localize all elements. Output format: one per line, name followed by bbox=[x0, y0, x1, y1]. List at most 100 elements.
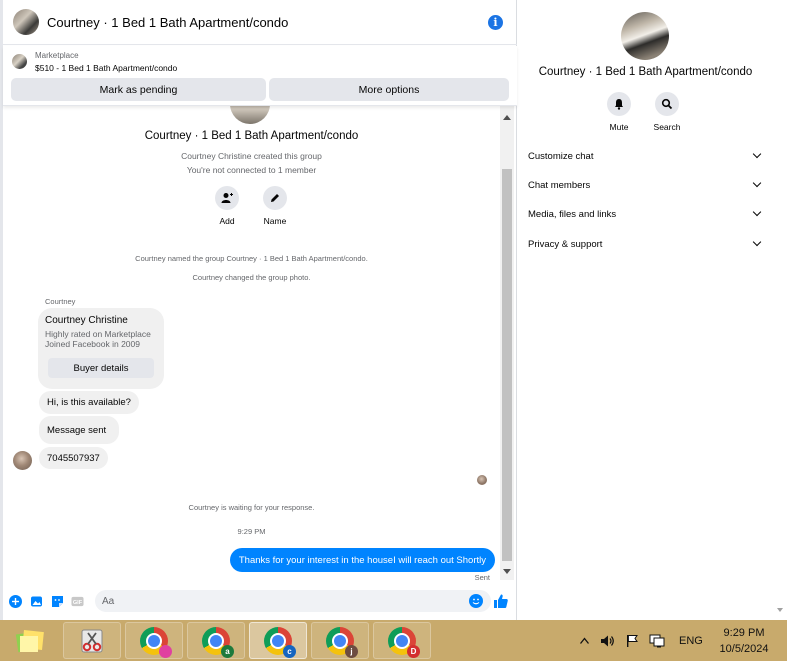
emoji-icon[interactable] bbox=[469, 594, 483, 608]
scroll-thumb[interactable] bbox=[502, 169, 512, 561]
add-action[interactable]: Add bbox=[207, 186, 247, 226]
plus-icon[interactable] bbox=[9, 595, 22, 608]
chevron-down-icon bbox=[752, 149, 762, 159]
scroll-up-arrow[interactable] bbox=[503, 115, 511, 120]
more-options-button[interactable]: More options bbox=[269, 78, 509, 101]
photo-icon[interactable] bbox=[30, 595, 43, 608]
sticker-icon[interactable] bbox=[51, 595, 64, 608]
customize-chat-section[interactable]: Customize chat bbox=[528, 146, 762, 166]
search-action[interactable]: Search bbox=[647, 92, 687, 132]
profile-badge: j bbox=[345, 644, 358, 658]
pencil-icon[interactable] bbox=[263, 186, 287, 210]
chat-title[interactable]: Courtney · 1 Bed 1 Bath Apartment/condo bbox=[47, 15, 288, 30]
group-title: Courtney · 1 Bed 1 Bath Apartment/condo bbox=[144, 130, 359, 142]
scroll-down-arrow[interactable] bbox=[777, 608, 783, 612]
page-scrollbar[interactable] bbox=[773, 0, 787, 620]
message-bubble[interactable]: 7045507937 bbox=[39, 447, 108, 469]
buyer-card: Courtney Christine Highly rated on Marke… bbox=[38, 308, 164, 389]
mute-action[interactable]: Mute bbox=[599, 92, 639, 132]
section-label: Customize chat bbox=[528, 150, 594, 162]
message-bubble[interactable]: Hi, is this available? bbox=[39, 391, 139, 414]
seen-avatar bbox=[477, 475, 487, 485]
mark-as-pending-button[interactable]: Mark as pending bbox=[11, 78, 266, 101]
gif-icon[interactable]: GIF bbox=[71, 595, 84, 608]
marketplace-label: Marketplace bbox=[35, 51, 79, 60]
search-label: Search bbox=[653, 122, 681, 132]
chevron-down-icon bbox=[752, 237, 762, 247]
info-title: Courtney · 1 Bed 1 Bath Apartment/condo bbox=[538, 66, 753, 78]
action-center-flag-icon[interactable] bbox=[625, 620, 639, 661]
listing-thumbnail[interactable] bbox=[12, 54, 27, 69]
privacy-support-section[interactable]: Privacy & support bbox=[528, 234, 762, 254]
chat-pane: Courtney · 1 Bed 1 Bath Apartment/condo … bbox=[3, 0, 517, 620]
mute-label: Mute bbox=[609, 122, 629, 132]
system-message-named: Courtney named the group Courtney · 1 Be… bbox=[135, 254, 368, 263]
profile-badge: D bbox=[407, 644, 420, 658]
group-photo[interactable] bbox=[621, 12, 669, 60]
profile-badge: c bbox=[283, 644, 296, 658]
buyer-rating: Highly rated on Marketplace bbox=[45, 329, 151, 339]
chevron-down-icon bbox=[752, 178, 762, 188]
thumbs-up-icon[interactable] bbox=[493, 593, 509, 609]
network-icon[interactable] bbox=[649, 620, 665, 661]
buyer-name: Courtney Christine bbox=[45, 315, 128, 326]
chrome-icon[interactable]: a bbox=[202, 626, 234, 658]
composer: GIF Aa bbox=[3, 586, 517, 616]
connection-text: You're not connected to 1 member bbox=[186, 165, 317, 175]
chrome-window-4[interactable]: j bbox=[311, 622, 369, 659]
waiting-text: Courtney is waiting for your response. bbox=[188, 503, 315, 512]
message-input[interactable]: Aa bbox=[95, 590, 491, 612]
snipping-tool-button[interactable] bbox=[63, 622, 121, 659]
sticky-notes-icon[interactable] bbox=[14, 627, 46, 655]
section-label: Chat members bbox=[528, 179, 591, 191]
group-avatar-small[interactable] bbox=[13, 9, 39, 35]
sent-status: Sent bbox=[474, 573, 490, 582]
buyer-details-button[interactable]: Buyer details bbox=[48, 358, 154, 378]
sender-avatar[interactable] bbox=[13, 451, 32, 470]
scroll-down-arrow[interactable] bbox=[503, 569, 511, 574]
message-list: Courtney · 1 Bed 1 Bath Apartment/condo … bbox=[3, 106, 500, 584]
chrome-window-2[interactable]: a bbox=[187, 622, 245, 659]
profile-badge bbox=[159, 644, 172, 658]
chrome-icon[interactable]: c bbox=[264, 626, 296, 658]
message-scrollbar[interactable] bbox=[500, 106, 514, 580]
group-avatar-large bbox=[230, 106, 270, 124]
chrome-icon[interactable]: D bbox=[388, 626, 420, 658]
chrome-window-5[interactable]: D bbox=[373, 622, 431, 659]
media-files-links-section[interactable]: Media, files and links bbox=[528, 204, 762, 224]
section-label: Media, files and links bbox=[528, 208, 617, 220]
info-icon[interactable]: i bbox=[488, 15, 503, 30]
outgoing-message-bubble[interactable]: Thanks for your interest in the houseI w… bbox=[229, 548, 495, 572]
message-bubble[interactable]: Message sent bbox=[39, 416, 119, 444]
scissors-icon[interactable] bbox=[78, 627, 106, 655]
chat-info-pane: Courtney · 1 Bed 1 Bath Apartment/condo … bbox=[518, 0, 773, 620]
clock-time: 9:29 PM bbox=[723, 627, 765, 639]
chrome-icon[interactable]: j bbox=[326, 626, 358, 658]
bell-icon[interactable] bbox=[607, 92, 631, 116]
taskbar: a c j D ENG 9:29 PM 10/5/2024 bbox=[0, 620, 787, 661]
start-button[interactable] bbox=[2, 622, 58, 659]
svg-text:GIF: GIF bbox=[73, 600, 83, 606]
chrome-icon[interactable] bbox=[140, 626, 172, 658]
chrome-window-1[interactable] bbox=[125, 622, 183, 659]
name-label: Name bbox=[263, 216, 287, 226]
profile-badge: a bbox=[221, 644, 234, 658]
listing-title[interactable]: $510 - 1 Bed 1 Bath Apartment/condo bbox=[35, 63, 177, 73]
system-message-photo: Courtney changed the group photo. bbox=[192, 273, 311, 282]
clock-date: 10/5/2024 bbox=[719, 643, 769, 655]
buyer-joined: Joined Facebook in 2009 bbox=[45, 339, 140, 349]
chrome-window-3[interactable]: c bbox=[249, 622, 307, 659]
volume-icon[interactable] bbox=[600, 620, 615, 661]
system-clock[interactable]: 9:29 PM 10/5/2024 bbox=[712, 625, 776, 657]
chevron-down-icon bbox=[752, 207, 762, 217]
add-person-icon[interactable] bbox=[215, 186, 239, 210]
marketplace-bar: Marketplace $510 - 1 Bed 1 Bath Apartmen… bbox=[3, 46, 517, 106]
section-label: Privacy & support bbox=[528, 238, 603, 250]
tray-expand-icon[interactable] bbox=[580, 620, 589, 661]
timestamp: 9:29 PM bbox=[237, 527, 266, 536]
name-action[interactable]: Name bbox=[255, 186, 295, 226]
language-indicator[interactable]: ENG bbox=[679, 620, 703, 661]
chat-members-section[interactable]: Chat members bbox=[528, 175, 762, 195]
search-icon[interactable] bbox=[655, 92, 679, 116]
group-created-text: Courtney Christine created this group bbox=[181, 151, 322, 161]
